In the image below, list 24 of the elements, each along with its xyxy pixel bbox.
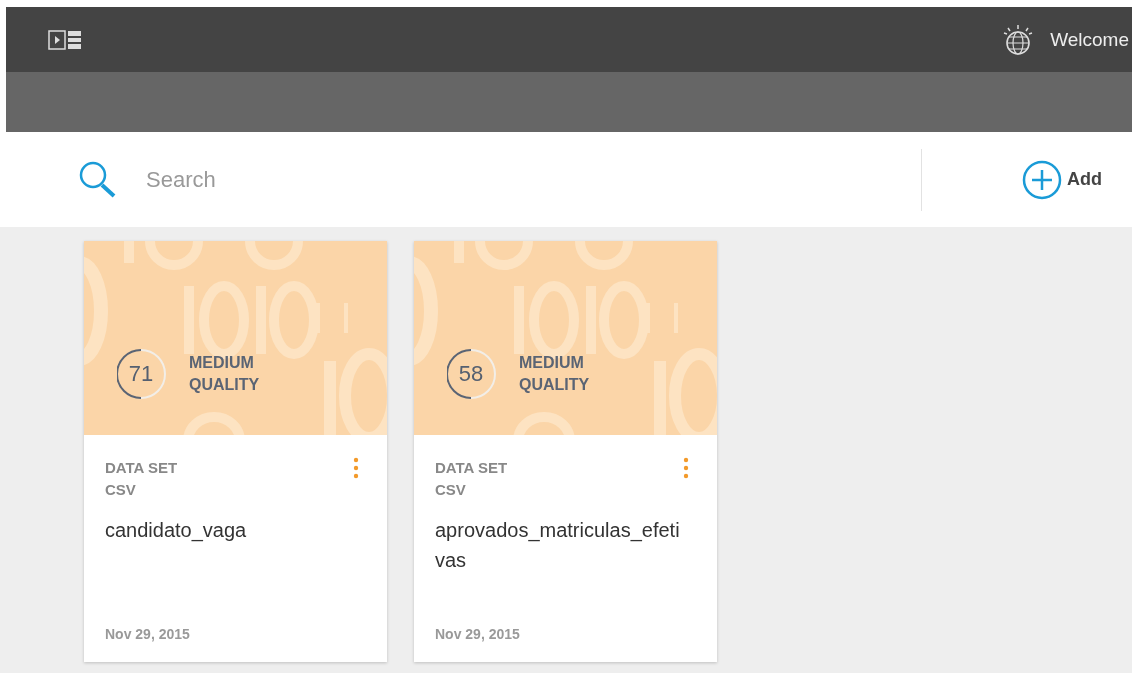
quality-label: QUALITY: [519, 375, 590, 395]
file-format: CSV: [105, 480, 136, 500]
quality-label: QUALITY: [189, 375, 260, 395]
date-text: Nov 29, 2015: [105, 626, 191, 642]
more-options-icon[interactable]: [683, 457, 689, 479]
dataset-name[interactable]: aprovados_matriculas_efetivas: [435, 515, 685, 575]
dataset-card[interactable]: 71 MEDIUM QUALITY DATA SET CSV candidato_vaga Nov 29, 2015: [84, 241, 387, 662]
more-options-icon[interactable]: [353, 457, 359, 479]
globe-icon: [1002, 23, 1035, 56]
quality-score: 71: [128, 361, 154, 387]
add-button[interactable]: Add: [1022, 159, 1102, 200]
quality-label: MEDIUM: [519, 353, 585, 373]
item-type: DATA SET: [105, 458, 178, 478]
quality-label: MEDIUM: [189, 353, 255, 373]
item-type: DATA SET: [435, 458, 508, 478]
dataset-name[interactable]: candidato_vaga: [105, 515, 355, 545]
quality-score: 58: [458, 361, 484, 387]
dataset-card[interactable]: 58 MEDIUM QUALITY DATA SET CSV aprovados_matriculas_efetivas Nov 29, 2015: [414, 241, 717, 662]
file-format: CSV: [435, 480, 466, 500]
search-icon: [78, 159, 118, 200]
welcome-text: Welcome: [1050, 28, 1129, 51]
sidebar-toggle-icon[interactable]: [48, 29, 82, 50]
date-text: Nov 29, 2015: [435, 626, 521, 642]
search-field[interactable]: Search: [144, 165, 748, 194]
